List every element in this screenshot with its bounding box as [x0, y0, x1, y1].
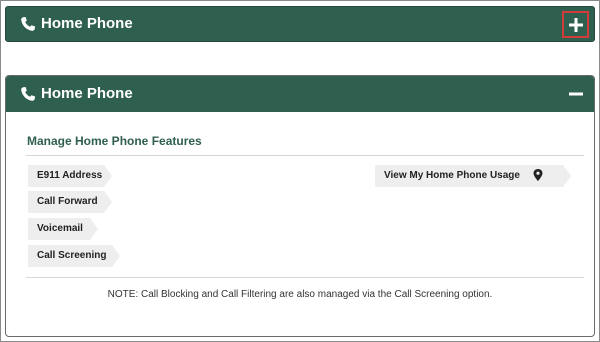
divider: [26, 277, 584, 278]
panel-title: Home Phone: [41, 15, 133, 32]
minus-icon: [569, 92, 583, 96]
home-phone-panel-collapsed[interactable]: Home Phone: [5, 6, 595, 42]
map-pin-icon: [533, 169, 543, 182]
home-phone-panel-expanded: Home Phone Manage Home Phone Features E9…: [5, 75, 595, 337]
feature-call-screening[interactable]: Call Screening: [28, 245, 120, 267]
expand-button[interactable]: [562, 11, 589, 38]
phone-icon: [20, 16, 36, 32]
feature-call-forward[interactable]: Call Forward: [28, 191, 112, 213]
feature-voicemail[interactable]: Voicemail: [28, 218, 98, 240]
feature-view-usage[interactable]: View My Home Phone Usage: [375, 165, 571, 187]
divider: [26, 155, 584, 156]
note-text: NOTE: Call Blocking and Call Filtering a…: [107, 289, 493, 300]
feature-view-usage-label: View My Home Phone Usage: [384, 170, 520, 181]
section-title: Manage Home Phone Features: [27, 134, 202, 148]
page-frame: Home Phone Home Phone Manage Home Phone …: [0, 0, 600, 342]
panel-title: Home Phone: [41, 85, 133, 102]
panel-header[interactable]: Home Phone: [6, 76, 594, 112]
collapse-button[interactable]: [568, 86, 584, 102]
feature-e911-address[interactable]: E911 Address: [28, 165, 112, 187]
phone-icon: [20, 86, 36, 102]
plus-icon: [568, 17, 583, 32]
